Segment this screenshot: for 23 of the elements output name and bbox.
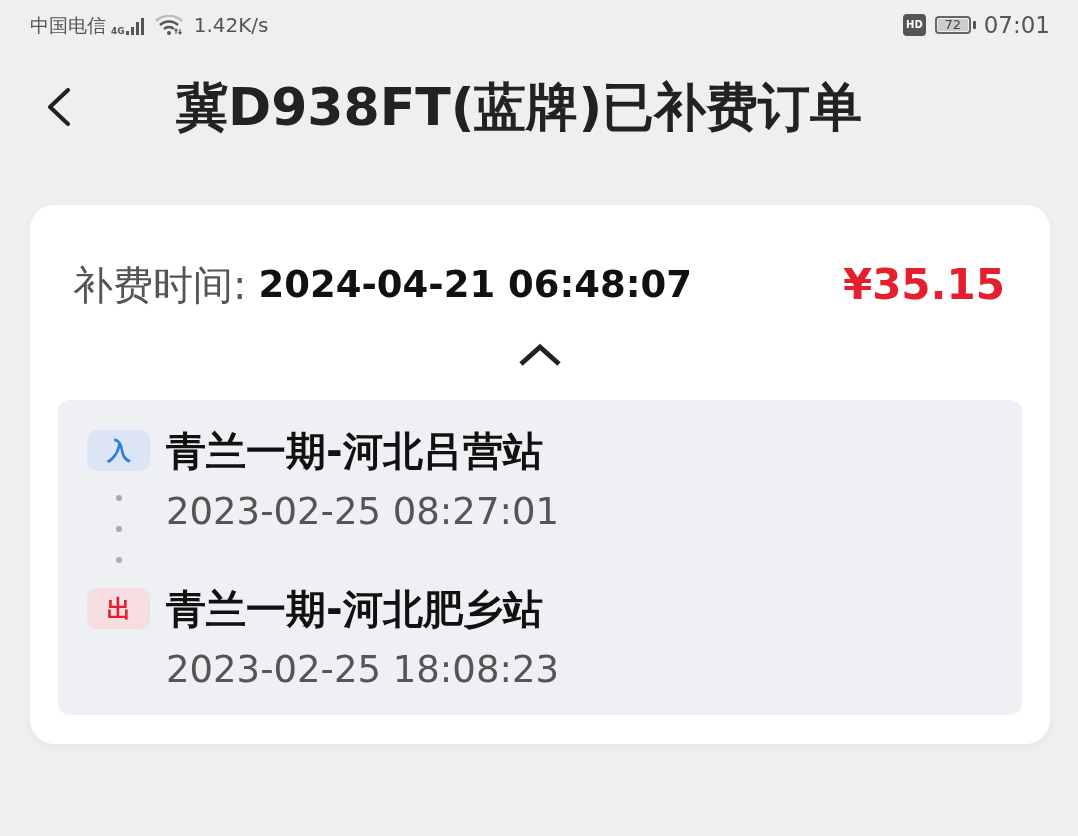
exit-tag: 出 [87,588,150,629]
timeline-dot [115,526,122,532]
clock-time: 07:01 [983,12,1050,38]
amount-value: ¥35.15 [842,263,1005,307]
page-title: 冀D938FT(蓝牌)已补费订单 [176,77,863,137]
signal-icon [125,17,146,35]
battery-indicator: 72 [934,16,976,34]
chevron-up-icon[interactable] [518,343,562,367]
station-name: 青兰一期-河北吕营站 [166,429,544,473]
station-name: 青兰一期-河北肥乡站 [166,587,544,631]
entry-tag: 入 [87,430,150,471]
carrier-name: 中国电信 [30,13,106,37]
passage-time: 2023-02-25 18:08:23 [166,648,559,692]
network-speed: 1.42K/s [193,13,269,37]
timeline-dot [115,495,122,501]
paid-time-value: 2024-04-21 06:48:07 [258,263,693,307]
passage-time: 2023-02-25 08:27:01 [166,490,559,534]
network-type-label: 4G [111,26,125,36]
wifi-icon [154,15,183,35]
back-icon[interactable] [46,88,72,126]
paid-time-label: 补费时间: [73,263,247,307]
timeline-dot [115,557,122,563]
hd-badge: HD [903,14,926,36]
